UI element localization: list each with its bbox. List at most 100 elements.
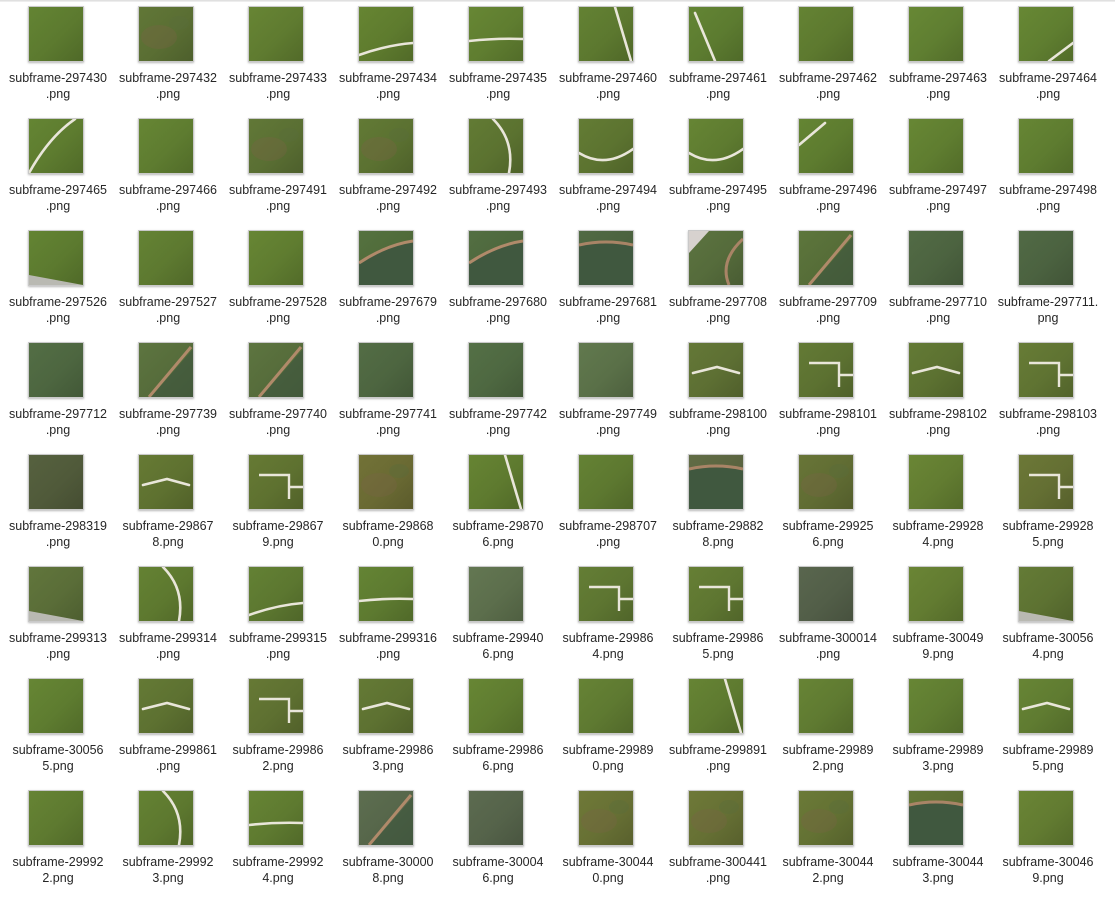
file-thumbnail[interactable] [28,790,84,846]
file-item[interactable]: subframe-30056 4.png [993,562,1103,674]
file-item[interactable]: subframe-29867 9.png [223,450,333,562]
file-thumbnail[interactable] [358,454,414,510]
file-thumbnail[interactable] [138,342,194,398]
file-item[interactable]: subframe-29989 0.png [553,674,663,786]
file-item[interactable]: subframe-297430 .png [3,2,113,114]
file-thumbnail[interactable] [468,790,524,846]
file-thumbnail[interactable] [28,6,84,62]
file-thumbnail[interactable] [1018,678,1074,734]
file-thumbnail[interactable] [798,790,854,846]
file-item[interactable]: subframe-297435 .png [443,2,553,114]
file-thumbnail[interactable] [358,118,414,174]
file-thumbnail[interactable] [798,6,854,62]
file-thumbnail[interactable] [908,790,964,846]
file-thumbnail[interactable] [468,566,524,622]
file-thumbnail[interactable] [138,454,194,510]
file-item[interactable]: subframe-298101 .png [773,338,883,450]
file-thumbnail[interactable] [28,678,84,734]
file-item[interactable]: subframe-30044 2.png [773,786,883,898]
file-thumbnail[interactable] [798,230,854,286]
file-item[interactable]: subframe-297681 .png [553,226,663,338]
file-item[interactable]: subframe-29992 3.png [113,786,223,898]
file-thumbnail[interactable] [688,118,744,174]
file-thumbnail[interactable] [798,566,854,622]
file-item[interactable]: subframe-297494 .png [553,114,663,226]
file-thumbnail[interactable] [908,230,964,286]
file-thumbnail[interactable] [358,790,414,846]
file-item[interactable]: subframe-30044 3.png [883,786,993,898]
file-item[interactable]: subframe-30046 9.png [993,786,1103,898]
file-item[interactable]: subframe-298319 .png [3,450,113,562]
file-item[interactable]: subframe-297679 .png [333,226,443,338]
file-item[interactable]: subframe-29989 5.png [993,674,1103,786]
file-thumbnail[interactable] [688,6,744,62]
file-thumbnail[interactable] [28,342,84,398]
file-thumbnail[interactable] [798,678,854,734]
file-item[interactable]: subframe-297739 .png [113,338,223,450]
file-item[interactable]: subframe-29882 8.png [663,450,773,562]
file-thumbnail[interactable] [908,678,964,734]
file-thumbnail[interactable] [248,678,304,734]
file-item[interactable]: subframe-297463 .png [883,2,993,114]
file-thumbnail[interactable] [798,118,854,174]
file-thumbnail[interactable] [358,230,414,286]
file-item[interactable]: subframe-30000 8.png [333,786,443,898]
file-item[interactable]: subframe-297526 .png [3,226,113,338]
file-thumbnail[interactable] [1018,230,1074,286]
file-thumbnail[interactable] [1018,566,1074,622]
file-thumbnail[interactable] [248,454,304,510]
file-thumbnail[interactable] [578,454,634,510]
file-thumbnail[interactable] [1018,6,1074,62]
file-thumbnail[interactable] [358,6,414,62]
file-item[interactable]: subframe-30044 0.png [553,786,663,898]
file-thumbnail[interactable] [578,790,634,846]
file-thumbnail[interactable] [688,566,744,622]
file-thumbnail[interactable] [248,566,304,622]
file-item[interactable]: subframe-299315 .png [223,562,333,674]
file-item[interactable]: subframe-297462 .png [773,2,883,114]
file-item[interactable]: subframe-297527 .png [113,226,223,338]
file-thumbnail[interactable] [688,454,744,510]
file-thumbnail[interactable] [468,342,524,398]
file-thumbnail[interactable] [688,790,744,846]
file-item[interactable]: subframe-299861 .png [113,674,223,786]
file-item[interactable]: subframe-299314 .png [113,562,223,674]
file-thumbnail[interactable] [468,230,524,286]
file-item[interactable]: subframe-297495 .png [663,114,773,226]
file-item[interactable]: subframe-297465 .png [3,114,113,226]
file-thumbnail[interactable] [468,6,524,62]
file-thumbnail[interactable] [28,454,84,510]
file-thumbnail[interactable] [468,678,524,734]
file-thumbnail[interactable] [138,678,194,734]
file-item[interactable]: subframe-29986 3.png [333,674,443,786]
file-thumbnail[interactable] [578,678,634,734]
file-item[interactable]: subframe-297432 .png [113,2,223,114]
file-item[interactable]: subframe-297492 .png [333,114,443,226]
file-item[interactable]: subframe-297466 .png [113,114,223,226]
file-thumbnail[interactable] [798,342,854,398]
file-item[interactable]: subframe-29870 6.png [443,450,553,562]
file-thumbnail[interactable] [468,454,524,510]
file-item[interactable]: subframe-298707 .png [553,450,663,562]
file-item[interactable]: subframe-299313 .png [3,562,113,674]
file-item[interactable]: subframe-29928 4.png [883,450,993,562]
file-thumbnail[interactable] [138,230,194,286]
file-thumbnail[interactable] [798,454,854,510]
file-item[interactable]: subframe-29986 5.png [663,562,773,674]
file-thumbnail[interactable] [248,6,304,62]
file-item[interactable]: subframe-297433 .png [223,2,333,114]
file-thumbnail[interactable] [908,454,964,510]
file-item[interactable]: subframe-29925 6.png [773,450,883,562]
file-item[interactable]: subframe-297742 .png [443,338,553,450]
file-item[interactable]: subframe-297528 .png [223,226,333,338]
file-item[interactable]: subframe-299891 .png [663,674,773,786]
file-thumbnail[interactable] [578,6,634,62]
file-thumbnail[interactable] [1018,342,1074,398]
file-item[interactable]: subframe-297491 .png [223,114,333,226]
file-thumbnail[interactable] [28,566,84,622]
file-thumbnail[interactable] [688,230,744,286]
file-thumbnail[interactable] [1018,790,1074,846]
file-item[interactable]: subframe-297709 .png [773,226,883,338]
file-item[interactable]: subframe-29986 4.png [553,562,663,674]
file-thumbnail[interactable] [358,678,414,734]
